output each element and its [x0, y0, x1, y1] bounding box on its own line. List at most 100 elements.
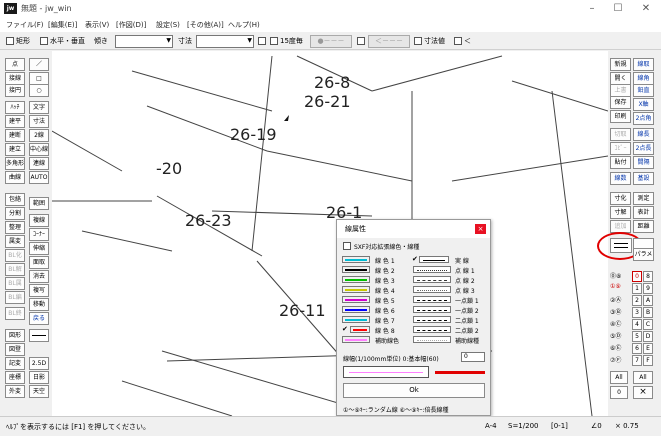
tool-polyline[interactable]: 連線 — [29, 157, 49, 170]
type-swatch-chain1[interactable] — [413, 296, 451, 303]
tool-offset[interactable]: 複線 — [29, 214, 49, 227]
tool-print[interactable]: 印刷 — [610, 110, 631, 123]
menu-draw[interactable]: [作図(D)] — [116, 20, 146, 30]
type-swatch-aux[interactable] — [413, 336, 451, 343]
layer-group-a[interactable]: A — [643, 295, 653, 306]
tool-hatch[interactable]: ﾊｯﾁ — [5, 101, 25, 114]
color-swatch-1[interactable] — [342, 256, 370, 263]
layer-group-4[interactable]: 4 — [632, 319, 642, 330]
tool-attr-change[interactable]: 属変 — [5, 235, 25, 248]
tool-auto[interactable]: AUTO — [29, 171, 49, 184]
tool-coords[interactable]: 座標 — [5, 371, 25, 384]
hv-checkbox[interactable] — [40, 37, 48, 45]
tool-plan[interactable]: 建平 — [5, 115, 25, 128]
tool-cleanup[interactable]: 整理 — [5, 221, 25, 234]
tool-interval[interactable]: 間隔 — [633, 156, 654, 169]
dialog-close-button[interactable]: × — [475, 224, 486, 234]
tool-undo[interactable]: 戻る — [29, 312, 49, 325]
tool-center-line[interactable]: 中心線 — [29, 143, 49, 156]
tool-dimension[interactable]: 寸法 — [29, 115, 49, 128]
status-layer[interactable]: [0-1] — [551, 422, 568, 430]
layer-group-3[interactable]: 3 — [632, 307, 642, 318]
type-swatch-dot1[interactable] — [413, 266, 451, 273]
tool-double-line[interactable]: 2線 — [29, 129, 49, 142]
tool-new[interactable]: 新規 — [610, 58, 631, 71]
tool-line-count[interactable]: 線数 — [610, 172, 631, 185]
minimize-button[interactable]: – — [579, 1, 605, 17]
layer-group-0[interactable]: 0 — [632, 271, 642, 282]
close-x-button[interactable]: × — [633, 386, 653, 399]
arrow-style-2[interactable]: ＜－－－ — [368, 35, 410, 48]
tool-parameter[interactable]: パラメ — [633, 248, 654, 261]
menu-help[interactable]: ヘルプ(H) — [228, 20, 260, 30]
tool-dim-convert[interactable]: 寸化 — [610, 192, 631, 205]
layer-group-7[interactable]: 7 — [632, 355, 642, 366]
type-swatch-dot3[interactable] — [413, 286, 451, 293]
tool-range[interactable]: 範囲 — [29, 197, 49, 210]
tool-circle[interactable]: ○ — [29, 84, 49, 97]
width-input[interactable]: 0 — [461, 352, 485, 362]
color-swatch-aux[interactable] — [342, 336, 370, 343]
tool-shape-register[interactable]: 図登 — [5, 343, 25, 356]
tool-external[interactable]: 外変 — [5, 385, 25, 398]
dim-checkbox[interactable] — [258, 37, 266, 45]
menu-view[interactable]: 表示(V) — [85, 20, 109, 30]
dim-val-checkbox[interactable] — [414, 37, 422, 45]
tool-2-5d[interactable]: 2.5D — [29, 357, 49, 370]
drawing-canvas[interactable]: 26-8 26-21 26-19 -20 26-23 26-1 26-11 — [52, 51, 608, 416]
tool-curve[interactable]: 曲線 — [5, 171, 25, 184]
tool-copy-clip[interactable]: ｺﾋﾟｰ — [610, 142, 631, 155]
layer-zero-button[interactable]: 0 — [610, 386, 628, 399]
tool-chamfer[interactable]: 面取 — [29, 256, 49, 269]
layer-btn-4-c[interactable]: ④Ⓒ — [610, 319, 621, 328]
layer-btn-7-f[interactable]: ⑦Ⓕ — [610, 355, 621, 364]
sxf-checkbox[interactable] — [343, 242, 351, 250]
layer-group-f[interactable]: F — [643, 355, 653, 366]
tool-elevation[interactable]: 建立 — [5, 143, 25, 156]
color-swatch-4[interactable] — [342, 286, 370, 293]
arrow-checkbox[interactable] — [357, 37, 365, 45]
layer-btn-0-8[interactable]: ⓪⑧ — [610, 271, 621, 280]
color-swatch-5[interactable] — [342, 296, 370, 303]
type-swatch-dchain1[interactable] — [413, 316, 451, 323]
color-swatch-3[interactable] — [342, 276, 370, 283]
tool-line[interactable]: ／ — [29, 58, 49, 71]
tool-sky[interactable]: 天空 — [29, 385, 49, 398]
maximize-button[interactable]: ☐ — [605, 1, 631, 17]
tool-paste[interactable]: 貼付 — [610, 156, 631, 169]
tool-vertical[interactable]: 鉛直 — [633, 84, 654, 97]
status-angle[interactable]: ∠0 — [591, 422, 602, 430]
tool-block-edit[interactable]: BL編 — [5, 291, 25, 304]
status-scale[interactable]: S=1/200 — [508, 422, 538, 430]
tool-table-calc[interactable]: 表計 — [633, 206, 654, 219]
tool-block[interactable]: BL化 — [5, 249, 25, 262]
type-swatch-dot2[interactable] — [413, 276, 451, 283]
tool-shape[interactable]: 図形 — [5, 329, 25, 342]
ok-button[interactable]: Ok — [343, 383, 485, 398]
close-button[interactable]: ✕ — [633, 1, 659, 17]
layer-btn-5-d[interactable]: ⑤Ⓓ — [610, 331, 621, 340]
menu-edit[interactable]: [編集(E)] — [48, 20, 77, 30]
color-swatch-2[interactable] — [342, 266, 370, 273]
type-swatch-solid[interactable] — [419, 256, 449, 263]
layer-group-9[interactable]: 9 — [643, 283, 653, 294]
type-swatch-dchain2[interactable] — [413, 326, 451, 333]
color-swatch-8[interactable] — [350, 326, 370, 333]
tool-block-release[interactable]: BL解 — [5, 263, 25, 276]
lt-checkbox[interactable] — [454, 37, 462, 45]
type-swatch-chain2[interactable] — [413, 306, 451, 313]
layer-group-1[interactable]: 1 — [632, 283, 642, 294]
layer-group-c[interactable]: C — [643, 319, 653, 330]
tool-polygon[interactable]: 多角形 — [5, 157, 25, 170]
layer-group-6[interactable]: 6 — [632, 343, 642, 354]
tool-two-point-angle[interactable]: 2点角 — [633, 112, 654, 125]
layer-all-button[interactable]: All — [610, 371, 628, 384]
angle-combo[interactable]: ▼ — [115, 35, 173, 48]
line-attr-swatch[interactable] — [29, 329, 49, 342]
tool-base-set[interactable]: 基設 — [633, 172, 654, 185]
tool-tangent-circle[interactable]: 接円 — [5, 84, 25, 97]
tool-point[interactable]: 点 — [5, 58, 25, 71]
tool-block-attr[interactable]: BL属 — [5, 277, 25, 290]
tool-line-length[interactable]: 線長 — [633, 128, 654, 141]
status-paper[interactable]: A-4 — [485, 422, 497, 430]
